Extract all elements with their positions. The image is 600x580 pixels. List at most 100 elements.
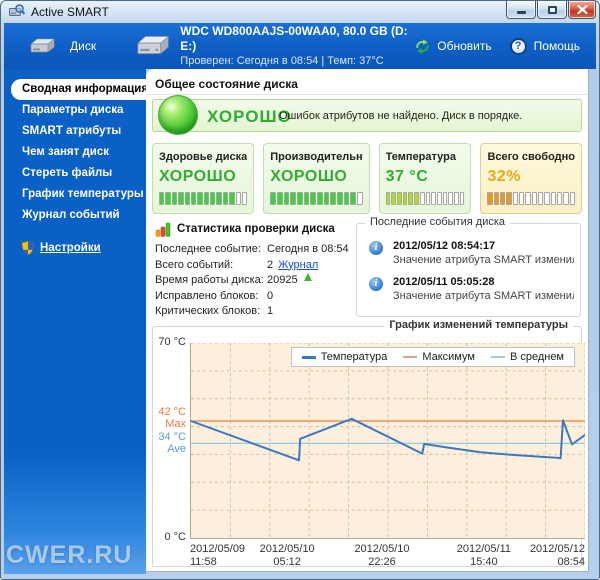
stat-row: Последнее событие: Сегодня в 08:54 <box>155 242 353 258</box>
bar-segment <box>297 192 303 205</box>
disk-icon <box>28 37 56 55</box>
maximize-icon <box>548 6 557 14</box>
legend-swatch <box>302 356 316 359</box>
drive-name: WDC WD800AAJS-00WAA0, 80.0 GB (D: E:) <box>180 24 415 54</box>
help-icon: ? <box>510 38 527 55</box>
settings-label: Настройки <box>40 242 101 254</box>
bar-segment <box>460 192 465 205</box>
disk-menu-button[interactable]: Диск <box>4 33 106 59</box>
x-axis-labels: 2012/05/0911:58 2012/05/1005:12 2012/05/… <box>190 543 585 571</box>
bar-segment <box>350 192 356 205</box>
status-ball-icon <box>158 95 198 135</box>
bar-segment <box>431 192 436 205</box>
refresh-icon <box>415 39 430 54</box>
sidebar-item-event-log[interactable]: Журнал событий <box>4 205 146 226</box>
sidebar-item-settings[interactable]: Настройки <box>22 241 101 255</box>
help-button[interactable]: ? Помощь <box>510 38 580 55</box>
bar-segment <box>454 192 459 205</box>
sidebar-item-disk-parameters[interactable]: Параметры диска <box>4 100 146 121</box>
bar-segment <box>236 192 241 205</box>
bar-segment <box>178 192 183 205</box>
gauge-value: 32% <box>487 168 575 186</box>
divider <box>146 94 588 95</box>
bar-segment <box>437 192 442 205</box>
sidebar-item-temperature-graph[interactable]: График температуры <box>4 184 146 205</box>
info-icon: i <box>369 277 383 291</box>
bar-segment <box>165 192 170 205</box>
gauge-row: Здоровье диска ХОРОШО Производительн ХОР… <box>152 143 582 214</box>
bar-segment <box>304 192 310 205</box>
stat-label: Всего событий: <box>155 258 267 274</box>
chart-legend: Температура Максимум В среднем <box>291 347 575 367</box>
stat-value: 20925 <box>267 273 298 289</box>
x-tick: 2012/05/1208:54 <box>530 543 585 569</box>
page-title: Общее состояние диска <box>155 77 298 91</box>
gauge-value: ХОРОШО <box>270 168 362 186</box>
journal-link[interactable]: Журнал <box>278 258 318 274</box>
stat-label: Последнее событие: <box>155 242 267 258</box>
bar-segment <box>317 192 323 205</box>
recent-events-panel: Последние события диска i 2012/05/12 08:… <box>356 223 581 317</box>
stat-value: Сегодня в 08:54 <box>267 242 349 258</box>
up-trend-icon <box>304 273 312 281</box>
bar-segment <box>426 192 431 205</box>
segment-bar <box>159 192 247 205</box>
gauge-value: 37 °C <box>386 168 465 186</box>
temperature-chart-panel: График изменений температуры 70 °C 42 °C… <box>152 326 582 567</box>
temperature-plot <box>190 343 585 539</box>
max-ref-label: 42 °CMax <box>153 407 186 430</box>
stats-title: Статистика проверки диска <box>177 223 335 235</box>
health-status-banner: ХОРОШО Ошибок атрибутов не найдено. Диск… <box>152 99 582 132</box>
stat-label: Исправлено блоков: <box>155 289 267 305</box>
close-button[interactable] <box>568 1 596 19</box>
event-item[interactable]: i 2012/05/11 05:05:28 Значение атрибута … <box>367 276 574 302</box>
bar-segment <box>242 192 247 205</box>
bar-segment <box>557 192 562 205</box>
toolbar: Диск WDC WD800AAJS-00WAA0, 80.0 GB (D: E… <box>4 23 596 69</box>
bar-segment <box>277 192 283 205</box>
legend-swatch <box>491 356 505 358</box>
gauge-title: Здоровье диска <box>159 151 247 163</box>
event-text: Значение атрибута SMART изменилось: (... <box>393 290 574 302</box>
refresh-label: Обновить <box>437 39 491 53</box>
sidebar-item-disk-usage[interactable]: Чем занят диск <box>4 142 146 163</box>
bar-segment <box>344 192 350 205</box>
close-icon <box>577 5 588 14</box>
segment-bar <box>386 192 465 205</box>
bar-segment <box>386 192 391 205</box>
gauge-performance: Производительн ХОРОШО <box>263 143 369 214</box>
legend-item-temperature: Температура <box>302 351 388 363</box>
chart-canvas <box>191 343 585 538</box>
event-item[interactable]: i 2012/05/12 08:54:17 Значение атрибута … <box>367 240 574 266</box>
gauge-title: Всего свободно <box>487 151 575 163</box>
bar-segment <box>172 192 177 205</box>
refresh-button[interactable]: Обновить <box>415 39 491 54</box>
bar-segment <box>216 192 221 205</box>
stat-value: 1 <box>267 304 273 320</box>
sidebar-item-erase-files[interactable]: Стереть файлы <box>4 163 146 184</box>
bar-segment <box>513 192 518 205</box>
sidebar-item-summary[interactable]: Сводная информация <box>11 79 146 100</box>
bar-segment <box>197 192 202 205</box>
bar-segment <box>551 192 556 205</box>
maximize-button[interactable] <box>537 1 567 19</box>
legend-item-maximum: Максимум <box>403 351 475 363</box>
bar-segment <box>210 192 215 205</box>
sidebar-item-smart-attributes[interactable]: SMART атрибуты <box>4 121 146 142</box>
bar-segment <box>337 192 343 205</box>
event-datetime: 2012/05/11 05:05:28 <box>393 276 574 288</box>
bar-segment <box>487 192 492 205</box>
bar-segment <box>223 192 228 205</box>
bar-segment <box>397 192 402 205</box>
x-tick: 2012/05/1005:12 <box>260 543 315 569</box>
bar-segment <box>270 192 276 205</box>
bar-segment <box>391 192 396 205</box>
info-icon: i <box>369 241 383 255</box>
bar-segment <box>500 192 505 205</box>
drive-status: Проверен: Сегодня в 08:54 | Темп: 37°C <box>180 54 415 68</box>
main-content: Общее состояние диска ХОРОШО Ошибок атри… <box>146 69 589 572</box>
bar-segment <box>443 192 448 205</box>
status-message: Ошибок атрибутов не найдено. Диск в поря… <box>279 110 522 122</box>
title-bar[interactable]: Active SMART <box>1 1 599 23</box>
minimize-button[interactable] <box>506 1 536 19</box>
